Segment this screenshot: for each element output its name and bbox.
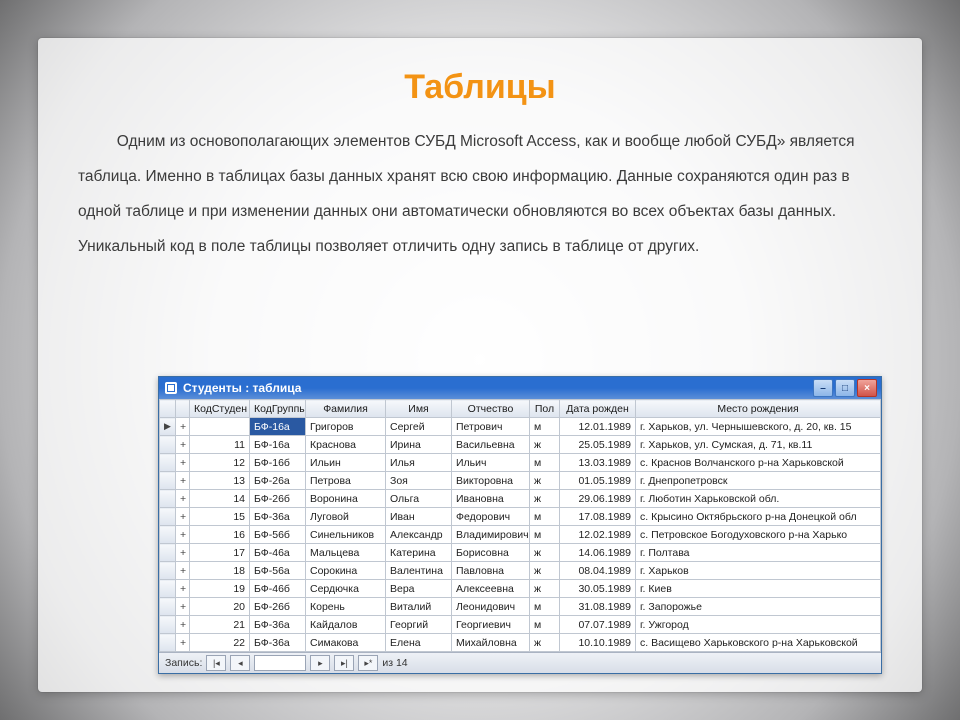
row-selector[interactable] (160, 544, 176, 562)
slide-card: Таблицы Одним из основополагающих элемен… (38, 38, 922, 692)
expand-toggle[interactable]: + (176, 616, 190, 634)
column-header[interactable]: Место рождения (636, 400, 881, 418)
table-row[interactable]: +22БФ-36аСимаковаЕленаМихайловнаж10.10.1… (160, 634, 881, 652)
column-header[interactable]: Фамилия (306, 400, 386, 418)
nav-current-record[interactable] (254, 655, 306, 671)
expand-toggle[interactable]: + (176, 436, 190, 454)
expand-toggle[interactable]: + (176, 580, 190, 598)
record-navigator[interactable]: Запись: |◂ ◂ ▸ ▸| ▸* из 14 (159, 652, 881, 673)
table-row[interactable]: +16БФ-56бСинельниковАлександрВладимирови… (160, 526, 881, 544)
row-selector[interactable] (160, 508, 176, 526)
minimize-button[interactable]: – (813, 379, 833, 397)
expand-toggle[interactable]: + (176, 562, 190, 580)
data-grid[interactable]: КодСтуденКодГруппыФамилияИмяОтчествоПолД… (159, 399, 881, 653)
window-title: Студенты : таблица (183, 381, 301, 395)
row-selector[interactable] (160, 454, 176, 472)
row-selector[interactable] (160, 436, 176, 454)
expand-toggle[interactable]: + (176, 490, 190, 508)
column-header[interactable]: Пол (530, 400, 560, 418)
nav-last-button[interactable]: ▸| (334, 655, 354, 671)
table-row[interactable]: +11БФ-16аКрасноваИринаВасильевнаж25.05.1… (160, 436, 881, 454)
row-selector[interactable] (160, 580, 176, 598)
row-selector[interactable] (160, 562, 176, 580)
table-row[interactable]: +14БФ-26бВоронинаОльгаИвановнаж29.06.198… (160, 490, 881, 508)
expand-toggle[interactable]: + (176, 454, 190, 472)
table-row[interactable]: +20БФ-26бКореньВиталийЛеонидовичм31.08.1… (160, 598, 881, 616)
expand-toggle[interactable]: + (176, 544, 190, 562)
expand-toggle[interactable]: + (176, 418, 190, 436)
table-row[interactable]: +18БФ-56аСорокинаВалентинаПавловнаж08.04… (160, 562, 881, 580)
window-titlebar[interactable]: Студенты : таблица – □ × (159, 377, 881, 399)
column-header[interactable]: Отчество (452, 400, 530, 418)
column-header[interactable]: Имя (386, 400, 452, 418)
expand-toggle[interactable]: + (176, 472, 190, 490)
row-selector[interactable] (160, 598, 176, 616)
column-header[interactable]: КодГруппы (250, 400, 306, 418)
row-selector[interactable] (160, 616, 176, 634)
expand-toggle[interactable]: + (176, 634, 190, 652)
column-header[interactable]: КодСтуден (190, 400, 250, 418)
nav-next-button[interactable]: ▸ (310, 655, 330, 671)
access-window: Студенты : таблица – □ × КодСтуденКодГру… (158, 376, 882, 674)
row-selector[interactable] (160, 634, 176, 652)
expand-toggle[interactable]: + (176, 526, 190, 544)
column-header[interactable]: Дата рожден (560, 400, 636, 418)
expand-toggle[interactable]: + (176, 598, 190, 616)
nav-new-button[interactable]: ▸* (358, 655, 378, 671)
table-row[interactable]: +12БФ-16бИльинИльяИльичм13.03.1989с. Кра… (160, 454, 881, 472)
table-row[interactable]: +17БФ-46аМальцеваКатеринаБорисовнаж14.06… (160, 544, 881, 562)
table-row[interactable]: +21БФ-36аКайдаловГеоргийГеоргиевичм07.07… (160, 616, 881, 634)
row-selector-header[interactable] (160, 400, 176, 418)
table-icon (165, 382, 177, 394)
page-title: Таблицы (78, 68, 882, 107)
nav-of-label: из 14 (382, 657, 407, 669)
table-row[interactable]: ▶+БФ-16аГригоровСергейПетровичм12.01.198… (160, 418, 881, 436)
close-button[interactable]: × (857, 379, 877, 397)
table-row[interactable]: +13БФ-26аПетроваЗояВикторовнаж01.05.1989… (160, 472, 881, 490)
body-paragraph: Одним из основополагающих элементов СУБД… (78, 125, 882, 265)
row-selector[interactable] (160, 490, 176, 508)
row-selector[interactable] (160, 472, 176, 490)
row-selector[interactable] (160, 526, 176, 544)
nav-first-button[interactable]: |◂ (206, 655, 226, 671)
expand-toggle[interactable]: + (176, 508, 190, 526)
table-row[interactable]: +15БФ-36аЛуговойИванФедоровичм17.08.1989… (160, 508, 881, 526)
nav-label: Запись: (165, 657, 202, 669)
nav-prev-button[interactable]: ◂ (230, 655, 250, 671)
table-row[interactable]: +19БФ-46бСердючкаВераАлексеевнаж30.05.19… (160, 580, 881, 598)
maximize-button[interactable]: □ (835, 379, 855, 397)
row-selector[interactable]: ▶ (160, 418, 176, 436)
expand-header (176, 400, 190, 418)
